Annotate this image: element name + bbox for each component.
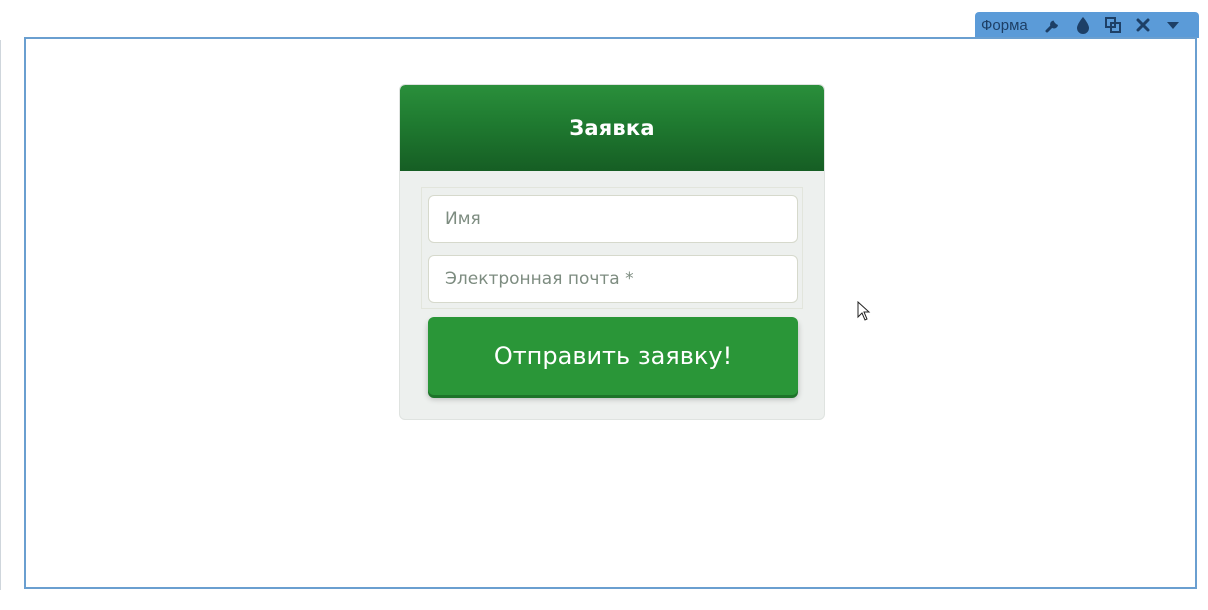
page: Форма Заявка Имя Электронная почта * Отп… <box>0 0 1208 610</box>
copy-icon[interactable] <box>1098 12 1128 38</box>
wrench-icon[interactable] <box>1038 12 1068 38</box>
block-toolbar: Форма <box>975 12 1199 38</box>
form-header: Заявка <box>400 85 824 171</box>
toolbar-label[interactable]: Форма <box>981 17 1028 34</box>
left-edge-divider <box>0 40 1 590</box>
submit-button[interactable]: Отправить заявку! <box>428 317 798 395</box>
mouse-pointer-icon <box>857 300 871 325</box>
close-icon[interactable] <box>1128 12 1158 38</box>
email-input[interactable] <box>428 255 798 303</box>
drop-icon[interactable] <box>1068 12 1098 38</box>
lead-form: Заявка Отправить заявку! <box>399 84 825 420</box>
name-input[interactable] <box>428 195 798 243</box>
caret-down-icon[interactable] <box>1158 12 1188 38</box>
form-title: Заявка <box>569 116 655 140</box>
